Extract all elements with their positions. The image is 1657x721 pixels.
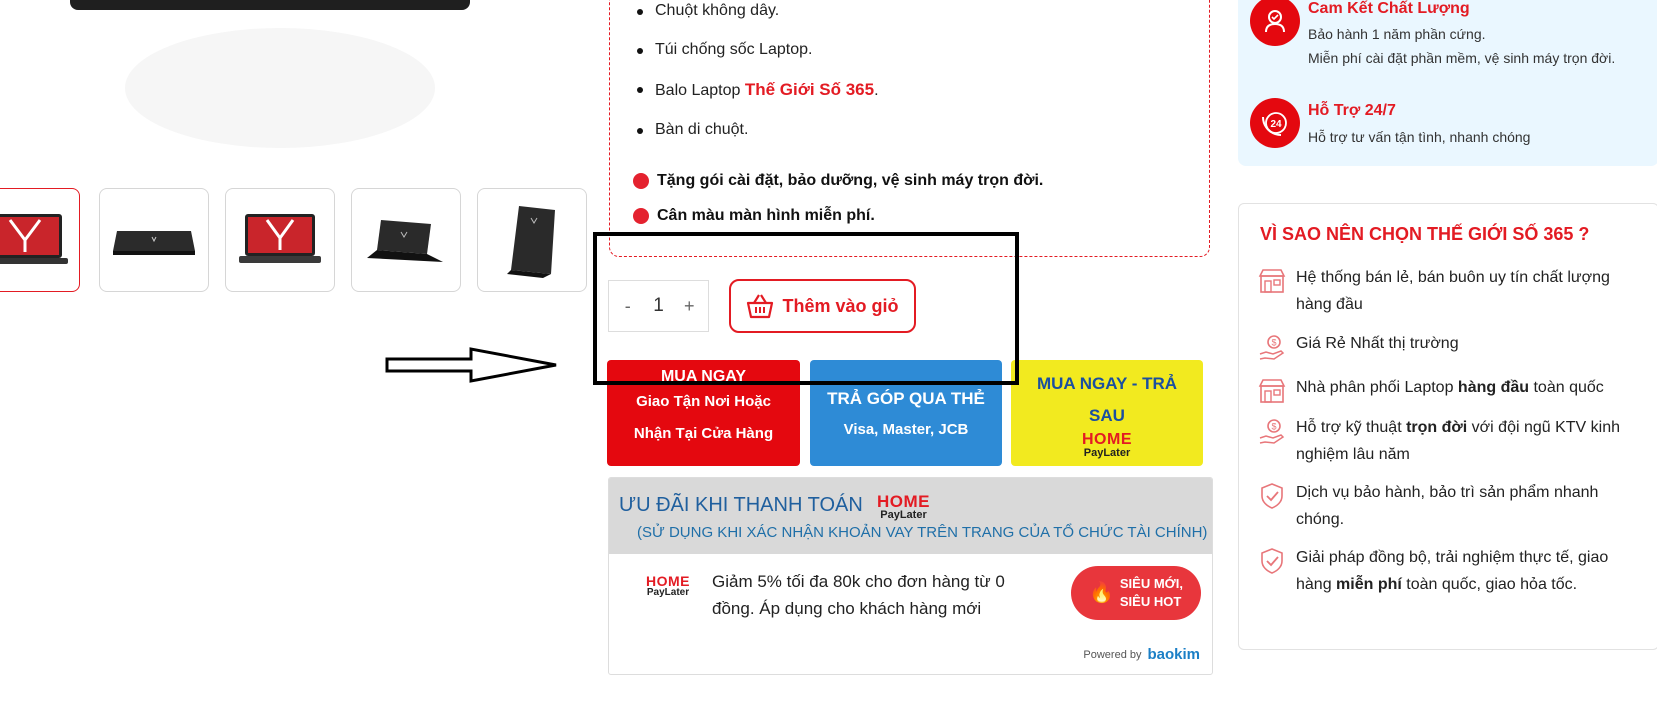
hot-badge-line2: SIÊU HOT <box>1119 594 1182 609</box>
commitment-line: Miễn phí cài đặt phần mềm, vệ sinh máy t… <box>1308 50 1616 66</box>
thumbnail-1[interactable] <box>0 188 80 292</box>
svg-text:$: $ <box>1271 422 1276 432</box>
promo-item: Bàn di chuột. <box>636 121 749 138</box>
home-paylater-logo: HOME PayLater <box>1082 430 1132 459</box>
home-logo-text: HOME <box>877 492 930 511</box>
paylater-title-line2: SAU <box>1089 405 1125 425</box>
store-icon <box>1257 266 1287 296</box>
why-item: $ Hỗ trợ kỹ thuật trọn đời với đội ngũ KT… <box>1257 414 1626 468</box>
promo-item-suffix: . <box>874 82 879 99</box>
why-choose-panel: VÌ SAO NÊN CHỌN THẾ GIỚI SỐ 365 ? Hệ thố… <box>1238 203 1657 650</box>
home-logo-text: HOME <box>646 573 690 589</box>
why-item-text: Giải pháp đồng bộ, trải nghiệm thực tế, … <box>1296 544 1626 598</box>
paylater-logo-text: PayLater <box>1083 446 1131 459</box>
thumbnail-2[interactable] <box>99 188 209 292</box>
paylater-title-line1: MUA NGAY - TRẢ <box>1036 373 1178 393</box>
fire-icon: 🔥 <box>1088 582 1114 604</box>
brand-highlight: Thế Giới Số 365 <box>744 80 875 99</box>
why-item: Hệ thống bán lẻ, bán buôn uy tín chất lư… <box>1257 264 1626 318</box>
thumbnail-5[interactable] <box>477 188 587 292</box>
why-item-fragment: toàn quốc <box>1529 379 1604 396</box>
thumbnail-4[interactable] <box>351 188 461 292</box>
red-dot-icon <box>633 173 649 189</box>
why-item-fragment: Hỗ trợ kỹ thuật <box>1296 419 1407 436</box>
svg-text:24: 24 <box>1270 119 1282 130</box>
buy-now-line2: Nhận Tại Cửa Hàng <box>633 425 774 442</box>
powered-by: Powered by baokim <box>1083 646 1200 663</box>
why-item-fragment: Dịch vụ bảo hành, bảo trì sản phẩm nhanh… <box>1296 484 1599 528</box>
why-item-fragment: Nhà phân phối Laptop <box>1296 379 1458 396</box>
why-item-fragment: Hệ thống bán lẻ, bán buôn uy tín chất lư… <box>1296 269 1610 313</box>
promo-item: Chuột không dây. <box>636 2 780 19</box>
paylater-logo-text: PayLater <box>880 509 927 521</box>
support-24-icon: 24 <box>1250 98 1300 148</box>
home-paylater-logo: HOME PayLater <box>646 574 690 598</box>
why-item: Dịch vụ bảo hành, bảo trì sản phẩm nhanh… <box>1257 479 1626 533</box>
home-logo-text: HOME <box>1082 430 1132 448</box>
installment-title: TRẢ GÓP QUA THẺ <box>827 388 985 408</box>
hot-badge-line1: SIÊU MỚI, <box>1119 576 1183 591</box>
buy-now-line1: Giao Tận Nơi Hoặc <box>636 393 771 410</box>
shield-check-icon <box>1257 546 1287 576</box>
thumbnail-3[interactable] <box>225 188 335 292</box>
store-icon <box>1257 376 1287 406</box>
shield-check-icon <box>1257 481 1287 511</box>
red-dot-icon <box>633 208 649 224</box>
offer-description: Giảm 5% tối đa 80k cho đơn hàng từ 0 đồn… <box>712 572 1005 618</box>
paylater-logo-text: PayLater <box>646 587 690 598</box>
installment-subtitle: Visa, Master, JCB <box>843 420 969 438</box>
why-item-emphasis: hàng đầu <box>1457 379 1530 396</box>
why-item-text: Nhà phân phối Laptop hàng đầu toàn quốc <box>1296 374 1626 401</box>
payment-offer-card: ƯU ĐÃI KHI THANH TOÁN HOME PayLater (SỬ … <box>608 477 1213 675</box>
why-item: Giải pháp đồng bộ, trải nghiệm thực tế, … <box>1257 544 1626 598</box>
product-image-bottom <box>70 0 470 10</box>
gift-text: Tặng gói cài đặt, bảo dưỡng, vệ sinh máy… <box>657 172 1044 189</box>
home-paylater-logo: HOME PayLater <box>877 493 930 521</box>
gift-item: Cân màu màn hình miễn phí. <box>633 207 875 225</box>
offer-title: ƯU ĐÃI KHI THANH TOÁN <box>619 494 863 516</box>
offer-subtitle: (SỬ DỤNG KHI XÁC NHẬN KHOẢN VAY TRÊN TRA… <box>637 524 1208 541</box>
commitment-line: Bảo hành 1 năm phần cứng. <box>1308 26 1486 42</box>
commitment-title: Cam Kết Chất Lượng <box>1308 0 1470 17</box>
hot-badge-button[interactable]: 🔥 SIÊU MỚI, SIÊU HOT <box>1071 566 1201 620</box>
commitment-title: Hỗ Trợ 24/7 <box>1308 102 1396 119</box>
commitment-line: Hỗ trợ tư vấn tận tình, nhanh chóng <box>1308 129 1531 145</box>
hot-badge-text: SIÊU MỚI, SIÊU HOT <box>1120 575 1183 611</box>
money-hand-icon: $ <box>1257 332 1287 362</box>
promo-item: Túi chống sốc Laptop. <box>636 41 813 58</box>
why-item: $ Giá Rẻ Nhất thị trường <box>1257 330 1626 362</box>
why-item-fragment: toàn quốc, giao hỏa tốc. <box>1401 576 1578 593</box>
why-item-text: Dịch vụ bảo hành, bảo trì sản phẩm nhanh… <box>1296 479 1626 533</box>
why-item-fragment: Giá Rẻ Nhất thị trường <box>1296 335 1459 352</box>
gift-item: Tặng gói cài đặt, bảo dưỡng, vệ sinh máy… <box>633 172 1043 190</box>
highlight-box <box>593 232 1019 385</box>
product-image-shadow <box>125 28 435 148</box>
svg-text:$: $ <box>1271 338 1276 348</box>
gift-text: Cân màu màn hình miễn phí. <box>657 207 875 224</box>
arrow-right-icon <box>385 347 557 383</box>
why-item-text: Hỗ trợ kỹ thuật trọn đời với đội ngũ KTV… <box>1296 414 1626 468</box>
money-hand-icon: $ <box>1257 416 1287 446</box>
paylater-button[interactable]: MUA NGAY - TRẢ SAU HOME PayLater <box>1011 360 1203 466</box>
why-item: Nhà phân phối Laptop hàng đầu toàn quốc <box>1257 374 1626 406</box>
why-item-text: Hệ thống bán lẻ, bán buôn uy tín chất lư… <box>1296 264 1626 318</box>
promo-item: Balo Laptop Thế Giới Số 365. <box>637 80 879 100</box>
offer-header: ƯU ĐÃI KHI THANH TOÁN HOME PayLater (SỬ … <box>609 478 1212 554</box>
why-item-emphasis: miễn phí <box>1336 576 1402 593</box>
powered-by-label: Powered by <box>1083 648 1142 661</box>
why-item-emphasis: trọn đời <box>1406 419 1468 436</box>
why-item-text: Giá Rẻ Nhất thị trường <box>1296 330 1626 357</box>
promo-item-text: Balo Laptop <box>655 82 745 99</box>
why-title: VÌ SAO NÊN CHỌN THẾ GIỚI SỐ 365 ? <box>1260 224 1590 244</box>
baokim-logo: baokim <box>1147 646 1200 663</box>
